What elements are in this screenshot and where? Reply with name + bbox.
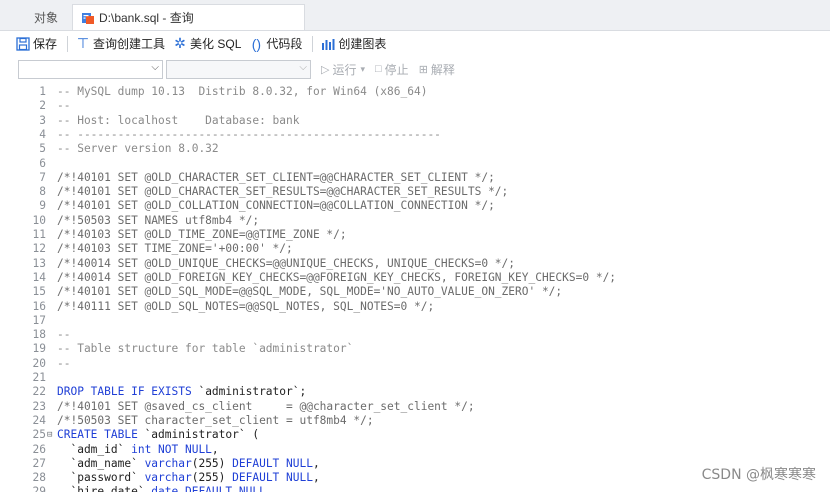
- create-chart-button[interactable]: 创建图表: [321, 33, 386, 55]
- line-number: 26: [32, 442, 46, 456]
- tab-query-label: D:\bank.sql - 查询: [99, 11, 194, 25]
- run-label: 运行: [332, 62, 357, 77]
- play-icon: ▷: [321, 63, 330, 76]
- code-text: -- Host: localhost Database: bank: [57, 113, 300, 127]
- line-number: 8: [39, 185, 46, 199]
- code-text: `password` varchar(255) DEFAULT NULL,: [57, 471, 320, 485]
- query-builder-label: 查询创建工具: [93, 37, 166, 51]
- code-text: /*!40014 SET @OLD_FOREIGN_KEY_CHECKS=@@F…: [57, 270, 617, 284]
- line-number: 21: [32, 371, 46, 384]
- line-number: 24: [32, 413, 46, 427]
- save-label: 保存: [33, 37, 58, 51]
- save-button[interactable]: 保存: [16, 33, 57, 55]
- database-select[interactable]: ⌵: [166, 59, 311, 79]
- line-number: 17: [32, 313, 46, 327]
- line-number: 10: [32, 213, 46, 227]
- fold-toggle-icon[interactable]: ⊟: [47, 428, 52, 442]
- tab-objects-label: 对象: [34, 10, 59, 25]
- line-number: 22: [32, 385, 46, 399]
- stop-label: 停止: [384, 62, 409, 77]
- save-icon: [16, 36, 30, 51]
- beautify-label: 美化 SQL: [190, 37, 242, 51]
- query-toolbar: ⌵ ⌵ ▷ 运行 ▾ □ 停止 ⊞ 解释: [0, 57, 830, 81]
- code-text: /*!40111 SET @OLD_SQL_NOTES=@@SQL_NOTES,…: [57, 299, 435, 313]
- line-number: 9: [39, 199, 46, 213]
- line-number: 13: [32, 256, 46, 270]
- line-number: 2: [39, 99, 46, 113]
- explain-icon: ⊞: [418, 63, 428, 76]
- main-toolbar: 保存 ⊤ 查询创建工具 ✲ 美化 SQL () 代码段 创建图表: [0, 30, 830, 57]
- code-text: /*!40103 SET @OLD_TIME_ZONE=@@TIME_ZONE …: [57, 228, 347, 241]
- line-number: 1: [39, 85, 46, 98]
- stop-button[interactable]: □ 停止: [375, 61, 409, 78]
- line-number: 6: [39, 156, 46, 170]
- line-number: 16: [32, 299, 46, 313]
- line-number: 23: [32, 399, 46, 413]
- code-text: /*!40103 SET TIME_ZONE='+00:00' */;: [57, 242, 293, 256]
- code-text: /*!40101 SET @saved_cs_client = @@charac…: [57, 399, 475, 413]
- line-number: 12: [32, 242, 46, 256]
- tab-bar: 对象 D:\bank.sql - 查询: [0, 0, 830, 31]
- code-text: -- -------------------------------------…: [57, 127, 441, 141]
- line-number: 5: [39, 142, 46, 156]
- toolbar-divider: [67, 35, 69, 52]
- run-button[interactable]: ▷ 运行 ▾: [321, 61, 365, 78]
- explain-label: 解释: [430, 62, 455, 77]
- code-text: `hire_date` date DEFAULT NULL,: [57, 485, 273, 492]
- code-text: -- MySQL dump 10.13 Distrib 8.0.32, for …: [57, 85, 428, 98]
- line-number: 28: [32, 471, 46, 485]
- toolbar-divider: [312, 35, 314, 52]
- line-number: 29: [32, 485, 46, 492]
- code-snippet-icon: (): [251, 35, 262, 52]
- code-text: /*!40101 SET @OLD_SQL_MODE=@@SQL_MODE, S…: [57, 285, 563, 299]
- code-text: `adm_id` int NOT NULL,: [57, 442, 219, 456]
- explain-button[interactable]: ⊞ 解释: [419, 61, 455, 78]
- code-text: --: [57, 99, 71, 113]
- code-text: `adm_name` varchar(255) DEFAULT NULL,: [57, 456, 320, 470]
- code-text: DROP TABLE IF EXISTS `administrator`;: [57, 385, 307, 399]
- run-dropdown-icon: ▾: [360, 63, 366, 74]
- code-text: --: [57, 328, 71, 342]
- code-text: CREATE TABLE `administrator` (: [57, 428, 260, 442]
- tab-query[interactable]: D:\bank.sql - 查询: [72, 4, 305, 30]
- line-number: 15: [32, 285, 46, 299]
- stop-icon: □: [375, 63, 382, 75]
- connection-select[interactable]: ⌵: [18, 59, 163, 79]
- code-text: /*!50503 SET NAMES utf8mb4 */;: [57, 213, 260, 227]
- chevron-down-icon: ⌵: [299, 61, 307, 73]
- code-snippet-label: 代码段: [266, 37, 303, 51]
- beautify-icon: ✲: [174, 35, 186, 51]
- line-number: 27: [32, 456, 46, 470]
- sql-editor[interactable]: 1 -- MySQL dump 10.13 Distrib 8.0.32, for…: [0, 83, 830, 492]
- code-text: /*!40101 SET @OLD_CHARACTER_SET_RESULTS=…: [57, 185, 509, 199]
- code-text: /*!50503 SET character_set_client = utf8…: [57, 413, 374, 427]
- watermark: CSDN @枫寒寒寒: [701, 467, 816, 483]
- line-number: 18: [32, 328, 46, 342]
- chevron-down-icon: ⌵: [151, 61, 159, 73]
- code-text: /*!40014 SET @OLD_UNIQUE_CHECKS=@@UNIQUE…: [57, 256, 516, 270]
- code-text: --: [57, 356, 71, 370]
- code-text: -- Table structure for table `administra…: [57, 342, 354, 356]
- chart-icon: [322, 38, 335, 50]
- line-number: 19: [32, 342, 46, 356]
- query-builder-icon: ⊤: [76, 35, 90, 51]
- query-file-icon: [82, 12, 94, 24]
- line-number: 11: [32, 228, 46, 241]
- line-number: 20: [32, 356, 46, 370]
- line-number: 3: [39, 113, 46, 127]
- line-number: 25: [32, 428, 46, 442]
- line-number: 14: [32, 270, 46, 284]
- create-chart-label: 创建图表: [338, 37, 387, 51]
- code-text: /*!40101 SET @OLD_CHARACTER_SET_CLIENT=@…: [57, 170, 495, 184]
- query-builder-button[interactable]: ⊤ 查询创建工具: [76, 33, 165, 55]
- line-number: 4: [39, 127, 46, 141]
- line-number: 7: [39, 170, 46, 184]
- code-text: /*!40101 SET @OLD_COLLATION_CONNECTION=@…: [57, 199, 495, 213]
- code-snippet-button[interactable]: () 代码段: [249, 33, 303, 55]
- tab-objects[interactable]: 对象: [8, 4, 68, 30]
- code-text: -- Server version 8.0.32: [57, 142, 219, 156]
- beautify-sql-button[interactable]: ✲ 美化 SQL: [173, 33, 241, 55]
